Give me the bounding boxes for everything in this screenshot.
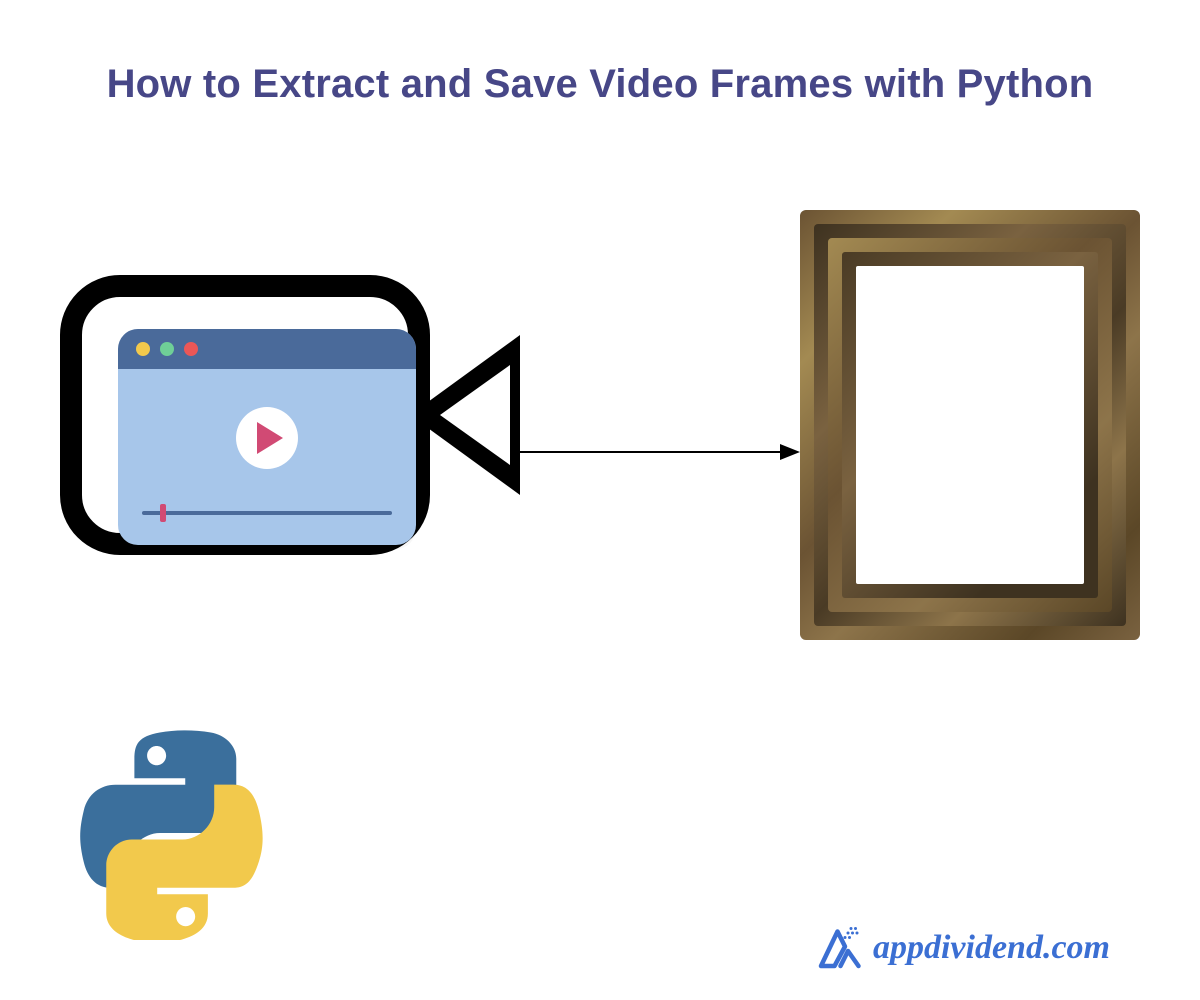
camera-body-icon <box>60 275 430 555</box>
play-triangle-icon <box>257 422 283 454</box>
camera-lens-inner-icon <box>440 365 510 465</box>
video-camera-icon <box>60 275 520 625</box>
play-button-icon <box>236 407 298 469</box>
brand-text: appdividend.com <box>873 929 1110 967</box>
frame-canvas-icon <box>856 266 1084 584</box>
arrow-right-icon <box>520 442 800 462</box>
window-dot-red-icon <box>184 342 198 356</box>
diagram-canvas: How to Extract and Save Video Frames wit… <box>0 0 1200 1000</box>
brand: appdividend.com <box>815 924 1110 972</box>
picture-frame-icon <box>800 210 1140 640</box>
python-logo-icon <box>80 730 290 940</box>
window-dot-yellow-icon <box>136 342 150 356</box>
window-dot-green-icon <box>160 342 174 356</box>
appdividend-logo-icon <box>815 924 863 972</box>
browser-video-player-icon <box>118 329 416 545</box>
seek-knob-icon <box>160 504 166 522</box>
seek-bar-icon <box>142 511 392 515</box>
page-title: How to Extract and Save Video Frames wit… <box>0 62 1200 107</box>
browser-titlebar-icon <box>118 329 416 369</box>
